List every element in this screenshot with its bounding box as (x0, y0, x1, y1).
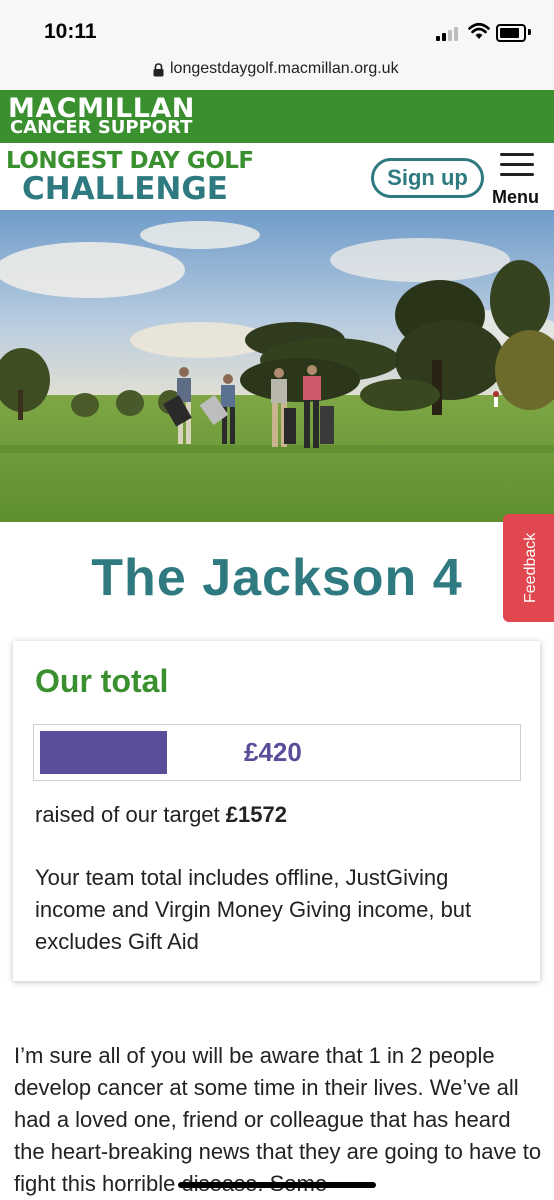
team-story-text: I’m sure all of you will be aware that 1… (14, 1043, 542, 1196)
menu-button[interactable]: Menu (492, 150, 544, 207)
event-logo-line2[interactable]: CHALLENGE (22, 171, 228, 207)
url-text[interactable]: longestdaygolf.macmillan.org.uk (170, 60, 399, 78)
battery-icon (496, 24, 526, 42)
wifi-icon (468, 22, 490, 39)
hero-golf-course-image (0, 210, 554, 522)
status-time: 10:11 (44, 20, 97, 43)
progress-fill (40, 731, 167, 774)
amount-raised: £420 (244, 737, 302, 767)
target-prefix: raised of our target (35, 802, 226, 827)
hamburger-icon (500, 153, 534, 156)
target-line: raised of our target £1572 (35, 802, 287, 828)
cellular-signal-icon (436, 27, 462, 41)
macmillan-logo-subtitle: CANCER SUPPORT (10, 117, 193, 138)
target-amount: £1572 (225, 802, 287, 827)
team-name-heading: The Jackson 4 (91, 549, 463, 607)
home-indicator[interactable] (178, 1182, 376, 1188)
menu-label: Menu (492, 187, 539, 207)
signup-button[interactable]: Sign up (371, 158, 484, 198)
lock-icon (153, 63, 164, 77)
total-note: Your team total includes offline, JustGi… (35, 865, 472, 954)
total-title: Our total (35, 663, 169, 699)
battery-tip (528, 29, 531, 35)
